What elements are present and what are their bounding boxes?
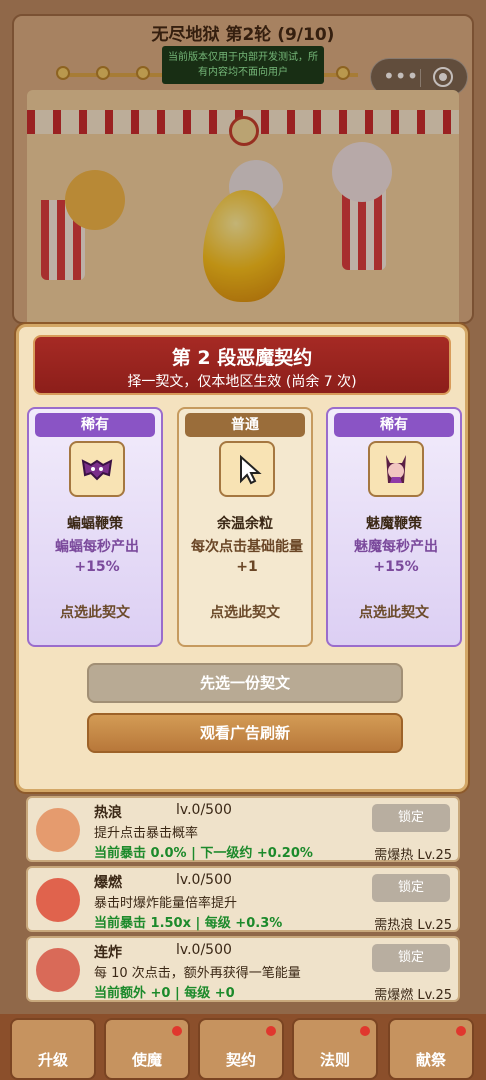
upgrade-requirement: 需爆热 Lv.25 — [374, 848, 452, 863]
modal-title: 第 2 段恶魔契约 — [171, 347, 313, 369]
watch-ad-refresh-button[interactable]: 观看广告刷新 — [87, 713, 403, 753]
upgrade-desc: 每 10 次点击，额外再获得一笔能量 — [94, 966, 301, 981]
tab-upgrade[interactable]: 升级 — [10, 1018, 96, 1080]
diamond-icon — [36, 878, 80, 922]
tab-label: 升级 — [37, 1051, 68, 1069]
contract-card-bat[interactable]: 稀有 蝙蝠鞭策 蝙蝠每秒产出+15% 点选此契文 — [27, 407, 163, 647]
lock-button[interactable]: 锁定 — [372, 944, 450, 972]
tab-label: 献祭 — [415, 1051, 446, 1069]
tab-law[interactable]: 法则 — [292, 1018, 378, 1080]
choose-first-button: 先选一份契文 — [87, 663, 403, 703]
tab-familiar[interactable]: 使魔 — [104, 1018, 190, 1080]
upgrade-name: 热浪 — [94, 805, 122, 821]
notification-dot — [266, 1026, 276, 1036]
notification-dot — [360, 1026, 370, 1036]
card-name: 魅魔鞭策 — [366, 516, 422, 532]
upgrade-current: 当前暴击 1.50x | 每级 +0.3% — [94, 916, 283, 931]
tab-label: 法则 — [319, 1051, 350, 1069]
bat-icon — [69, 441, 125, 497]
card-pick-label[interactable]: 点选此契文 — [29, 602, 161, 622]
upgrade-level: lv.0/500 — [176, 872, 232, 888]
rarity-badge: 稀有 — [35, 413, 155, 437]
tab-contract[interactable]: 契约 — [198, 1018, 284, 1080]
upgrade-desc: 提升点击暴击概率 — [94, 826, 199, 841]
card-name: 蝙蝠鞭策 — [67, 516, 123, 532]
upgrade-name: 连炸 — [94, 945, 122, 961]
cursor-icon — [219, 441, 275, 497]
upgrade-current: 当前暴击 0.0% | 下一级约 +0.20% — [94, 846, 313, 861]
upgrade-level: lv.0/500 — [176, 802, 232, 818]
upgrade-level: lv.0/500 — [176, 942, 232, 958]
notification-dot — [172, 1026, 182, 1036]
upgrade-row-heat-wave: 热浪 lv.0/500 提升点击暴击概率 当前暴击 0.0% | 下一级约 +0… — [26, 796, 460, 863]
rarity-badge: 稀有 — [334, 413, 454, 437]
upgrade-name: 爆燃 — [94, 875, 122, 891]
succubus-icon — [368, 441, 424, 497]
notification-dot — [456, 1026, 466, 1036]
card-pick-label[interactable]: 点选此契文 — [328, 602, 460, 622]
card-pick-label[interactable]: 点选此契文 — [179, 602, 311, 622]
tab-sacrifice[interactable]: 献祭 — [388, 1018, 474, 1080]
rarity-badge: 普通 — [185, 413, 305, 437]
ring-icon — [36, 808, 80, 852]
cluster-icon — [36, 948, 80, 992]
upgrade-desc: 暴击时爆炸能量倍率提升 — [94, 896, 238, 911]
card-name: 余温余粒 — [217, 516, 273, 532]
upgrade-row-deflagration: 爆燃 lv.0/500 暴击时爆炸能量倍率提升 当前暴击 1.50x | 每级 … — [26, 866, 460, 933]
modal-subtitle: 择一契文，仅本地区生效 (尚余 7 次) — [127, 374, 357, 390]
modal-header: 第 2 段恶魔契约 择一契文，仅本地区生效 (尚余 7 次) — [33, 335, 451, 395]
upgrade-current: 当前额外 +0 | 每级 +0 — [94, 986, 235, 1001]
lock-button[interactable]: 锁定 — [372, 874, 450, 902]
tab-label: 契约 — [225, 1051, 256, 1069]
card-desc: 蝙蝠每秒产出+15% — [55, 539, 139, 575]
lock-button[interactable]: 锁定 — [372, 804, 450, 832]
demon-contract-modal: 第 2 段恶魔契约 择一契文，仅本地区生效 (尚余 7 次) 稀有 蝙蝠鞭策 蝙… — [16, 324, 468, 792]
card-desc: 魅魔每秒产出+15% — [354, 539, 438, 575]
upgrade-row-chain-blast: 连炸 lv.0/500 每 10 次点击，额外再获得一笔能量 当前额外 +0 |… — [26, 936, 460, 1003]
upgrade-requirement: 需热浪 Lv.25 — [374, 918, 452, 933]
contract-card-succubus[interactable]: 稀有 魅魔鞭策 魅魔每秒产出+15% 点选此契文 — [326, 407, 462, 647]
tab-label: 使魔 — [131, 1051, 162, 1069]
card-desc: 每次点击基础能量 +1 — [191, 539, 303, 575]
upgrade-requirement: 需爆燃 Lv.25 — [374, 988, 452, 1003]
contract-card-ember[interactable]: 普通 余温余粒 每次点击基础能量 +1 点选此契文 — [177, 407, 313, 647]
